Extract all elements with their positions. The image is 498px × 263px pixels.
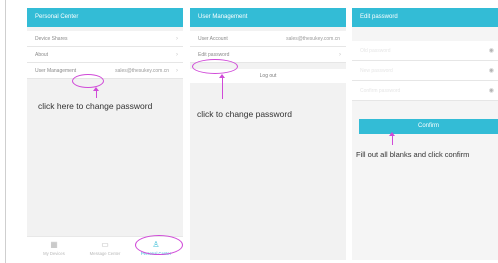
old-password-field[interactable]: Old password ◉ (352, 41, 498, 61)
eye-icon[interactable]: ◉ (489, 41, 494, 61)
chevron-right-icon: › (339, 52, 341, 58)
edit-password-highlight (192, 59, 238, 74)
pointer-arrow (388, 132, 396, 145)
page-title: Edit password (352, 8, 498, 27)
annotation-text-3: Fill out all blanks and click confirm (356, 150, 470, 159)
device-shares-item[interactable]: Device Shares › (27, 31, 183, 47)
personal-center-tab-highlight (135, 235, 183, 255)
about-label: About (35, 52, 49, 58)
chevron-right-icon: › (176, 36, 178, 42)
chevron-right-icon: › (176, 52, 178, 58)
eye-icon[interactable]: ◉ (489, 61, 494, 81)
tab-my-devices[interactable]: ▦ My Devices (29, 240, 79, 257)
about-item[interactable]: About › (27, 47, 183, 63)
annotation-text-1: click here to change password (38, 101, 153, 111)
user-management-label: User Management (35, 68, 77, 74)
user-email: sales@thesukey.com.cn (115, 68, 169, 74)
device-shares-label: Device Shares (35, 36, 68, 42)
tab-message-center[interactable]: ▭ Message Center (80, 240, 130, 257)
confirm-password-field[interactable]: Confirm password ◉ (352, 81, 498, 101)
user-management-highlight (72, 74, 104, 88)
page-title: User Management (190, 8, 346, 27)
user-management-screen: User Management User Account sales@thesu… (190, 8, 346, 260)
pointer-arrow (92, 87, 100, 98)
pointer-arrow (218, 74, 226, 99)
personal-center-screen: Personal Center Device Shares › About › … (27, 8, 183, 260)
edit-password-screen: Edit password Old password ◉ New passwor… (352, 8, 498, 260)
user-management-item[interactable]: User Management sales@thesukey.com.cn › (27, 63, 183, 79)
page-title: Personal Center (27, 8, 183, 27)
devices-icon: ▦ (50, 240, 58, 249)
new-password-field[interactable]: New password ◉ (352, 61, 498, 81)
eye-icon[interactable]: ◉ (489, 81, 494, 101)
chevron-right-icon: › (176, 68, 178, 74)
user-account-value: sales@thesukey.com.cn (286, 36, 340, 42)
left-border (5, 0, 6, 263)
edit-password-label: Edit password (198, 52, 230, 58)
user-account-item: User Account sales@thesukey.com.cn (190, 31, 346, 47)
confirm-button[interactable]: Confirm (359, 119, 498, 134)
message-icon: ▭ (101, 240, 109, 249)
user-account-label: User Account (198, 36, 228, 42)
annotation-text-2: click to change password (197, 109, 292, 119)
